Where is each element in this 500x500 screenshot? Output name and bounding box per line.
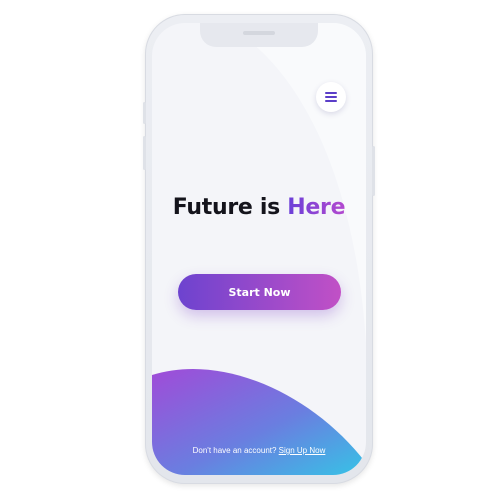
phone-side-button [143,102,146,124]
hamburger-menu-icon [325,92,337,102]
hero-headline: Future is Here [152,195,366,220]
sign-up-link[interactable]: Sign Up Now [279,446,326,455]
speaker-grille [243,31,275,35]
signup-prompt: Don't have an account? Sign Up Now [152,446,366,455]
headline-accent-text: Here [287,195,346,220]
phone-power-button [372,146,375,196]
phone-volume-button [143,136,146,170]
signup-prompt-text: Don't have an account? [192,446,277,455]
app-screen: Future is Here Start Now Don't have an a… [152,23,366,475]
menu-button[interactable] [316,82,346,112]
bottom-gradient-wave [152,368,366,475]
stage: Future is Here Start Now Don't have an a… [0,0,500,500]
phone-mockup: Future is Here Start Now Don't have an a… [143,14,375,484]
phone-notch [200,23,318,47]
start-now-button[interactable]: Start Now [178,274,341,310]
headline-main-text: Future is [172,195,280,220]
